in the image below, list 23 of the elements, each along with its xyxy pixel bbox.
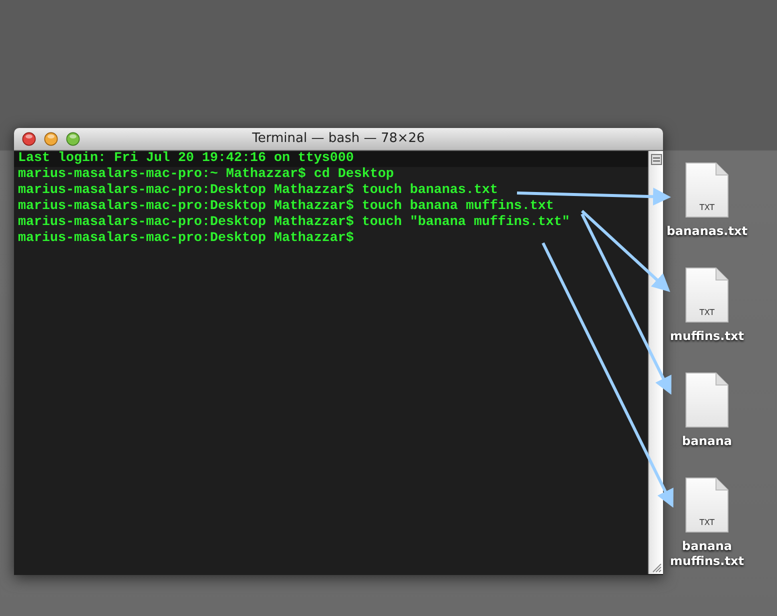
terminal-line: marius-masalars-mac-pro:Desktop Mathazzar$ touch bananas.txt <box>17 183 498 199</box>
terminal-line: marius-masalars-mac-pro:~ Mathazzar$ cd Desktop <box>17 167 394 183</box>
file-icon[interactable]: TXT <box>685 162 729 218</box>
split-handle-icon[interactable] <box>650 154 662 165</box>
file-name[interactable]: muffins.txt <box>670 329 744 344</box>
resize-grip-icon[interactable] <box>650 561 662 573</box>
file-type-label: TXT <box>698 308 716 317</box>
file-name[interactable]: banana muffins.txt <box>667 539 747 569</box>
file-icon[interactable] <box>685 372 729 428</box>
window-control-icon[interactable] <box>44 132 58 146</box>
login-banner: Last login: Fri Jul 20 19:42:16 on ttys000 <box>14 151 648 167</box>
window-title: Terminal — bash — 78×26 <box>252 130 425 148</box>
file-name[interactable]: banana <box>682 434 732 449</box>
terminal-line: marius-masalars-mac-pro:Desktop Mathazzar$ touch banana muffins.txt <box>17 199 554 215</box>
file-icon[interactable]: TXT <box>685 477 729 533</box>
file-type-label: TXT <box>698 518 716 527</box>
file-type-label: TXT <box>698 203 716 212</box>
window-control-icon[interactable] <box>66 132 80 146</box>
file-icon[interactable]: TXT <box>685 267 729 323</box>
terminal-line: marius-masalars-mac-pro:Desktop Mathazzar$ <box>17 231 354 247</box>
file-name[interactable]: bananas.txt <box>666 224 748 239</box>
window-control-icon[interactable] <box>22 132 36 146</box>
terminal-line: marius-masalars-mac-pro:Desktop Mathazzar$ touch "banana muffins.txt" <box>17 215 570 231</box>
